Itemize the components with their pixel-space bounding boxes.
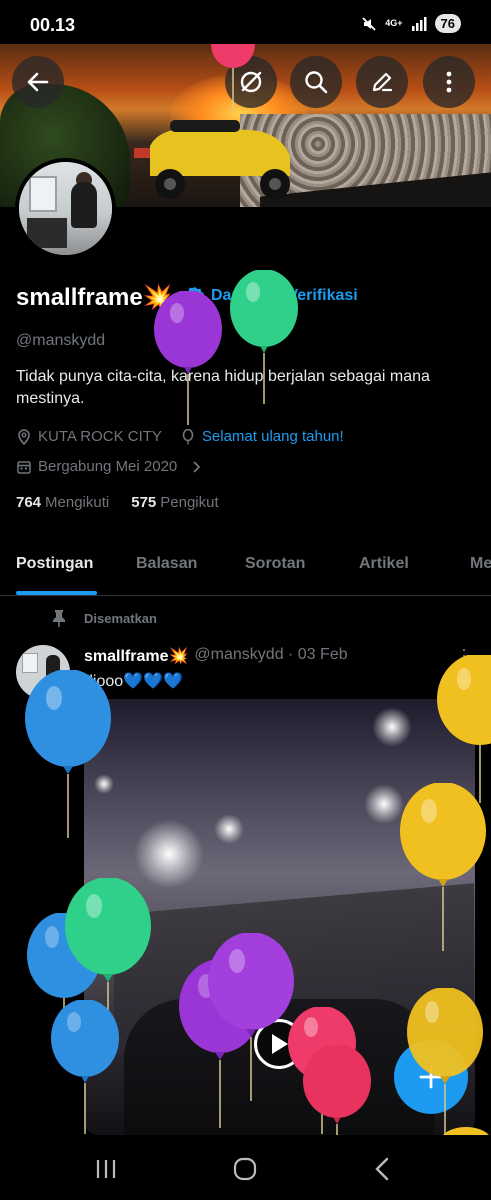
back-button[interactable] <box>12 56 64 108</box>
system-nav-bar <box>0 1135 491 1200</box>
balloon-red-icon <box>303 1045 371 1135</box>
pinned-indicator: Disematkan <box>52 609 157 627</box>
following-stat[interactable]: 764 Mengikuti <box>16 494 109 511</box>
recents-button[interactable] <box>86 1153 126 1185</box>
battery-icon: 76 <box>434 14 461 33</box>
recents-icon <box>96 1160 116 1178</box>
banner-scooter <box>134 120 290 199</box>
tab-sorotan[interactable]: Sorotan <box>245 555 305 573</box>
edit-profile-button[interactable] <box>356 56 408 108</box>
balloon-birthday-icon <box>182 428 194 444</box>
search-button[interactable] <box>290 56 342 108</box>
birthday-link[interactable]: Selamat ulang tahun! <box>202 428 344 445</box>
balloon-purple-icon <box>154 291 222 425</box>
pin-icon <box>53 610 65 627</box>
profile-avatar[interactable] <box>15 158 116 259</box>
more-vertical-icon <box>446 71 452 93</box>
balloon-yellow-icon <box>400 783 486 951</box>
pinned-label: Disematkan <box>84 610 157 626</box>
location-icon <box>18 428 30 445</box>
profile-location: KUTA ROCK CITY <box>38 428 162 445</box>
edit-icon <box>372 72 393 92</box>
chevron-right-icon <box>193 460 201 473</box>
profile-meta-row: KUTA ROCK CITY Selamat ulang tahun! <box>16 428 344 445</box>
tweet-author-name[interactable]: smallframe💥 <box>84 646 188 666</box>
tweet-header: smallframe💥 @manskydd · 03 Feb <box>84 646 348 666</box>
calendar-icon <box>17 460 31 474</box>
active-tab-indicator <box>16 591 97 595</box>
home-button[interactable] <box>225 1153 265 1185</box>
back-nav-button[interactable] <box>362 1153 402 1185</box>
tab-postingan[interactable]: Postingan <box>16 555 93 573</box>
profile-handle: @manskydd <box>16 332 106 349</box>
tweet-handle-date: @manskydd · 03 Feb <box>194 646 348 663</box>
balloon-blue-icon <box>25 670 111 838</box>
balloon-yellow-icon <box>443 1127 489 1135</box>
profile-stats: 764 Mengikuti 575 Pengikut <box>16 494 219 511</box>
back-chevron-icon <box>375 1157 389 1181</box>
profile-tabs: Postingan Balasan Sorotan Artikel Me <box>0 540 491 596</box>
profile-name: smallframe💥 <box>16 284 173 311</box>
balloon-purple-icon <box>208 933 294 1101</box>
mute-icon <box>362 16 376 31</box>
more-button[interactable] <box>423 56 475 108</box>
network-type: 4G+ <box>385 18 403 28</box>
tab-balasan[interactable]: Balasan <box>136 555 197 573</box>
signal-icon <box>411 16 427 31</box>
status-bar: 00.13 4G+ 76 <box>0 0 491 44</box>
status-icons: 4G+ 76 <box>361 14 461 33</box>
tab-artikel[interactable]: Artikel <box>359 555 409 573</box>
balloon-blue-icon <box>51 1000 119 1134</box>
balloon-green-icon <box>230 270 298 404</box>
balloon-yellow-icon <box>407 988 483 1134</box>
tab-media[interactable]: Me <box>470 555 491 573</box>
followers-stat[interactable]: 575 Pengikut <box>131 494 218 511</box>
status-time: 00.13 <box>30 15 76 35</box>
back-arrow-icon <box>27 72 49 92</box>
profile-joined: Bergabung Mei 2020 <box>38 458 178 475</box>
home-icon <box>233 1157 257 1181</box>
joined-row[interactable]: Bergabung Mei 2020 <box>16 458 203 475</box>
balloon-red-icon <box>211 44 255 112</box>
search-icon <box>305 71 328 94</box>
